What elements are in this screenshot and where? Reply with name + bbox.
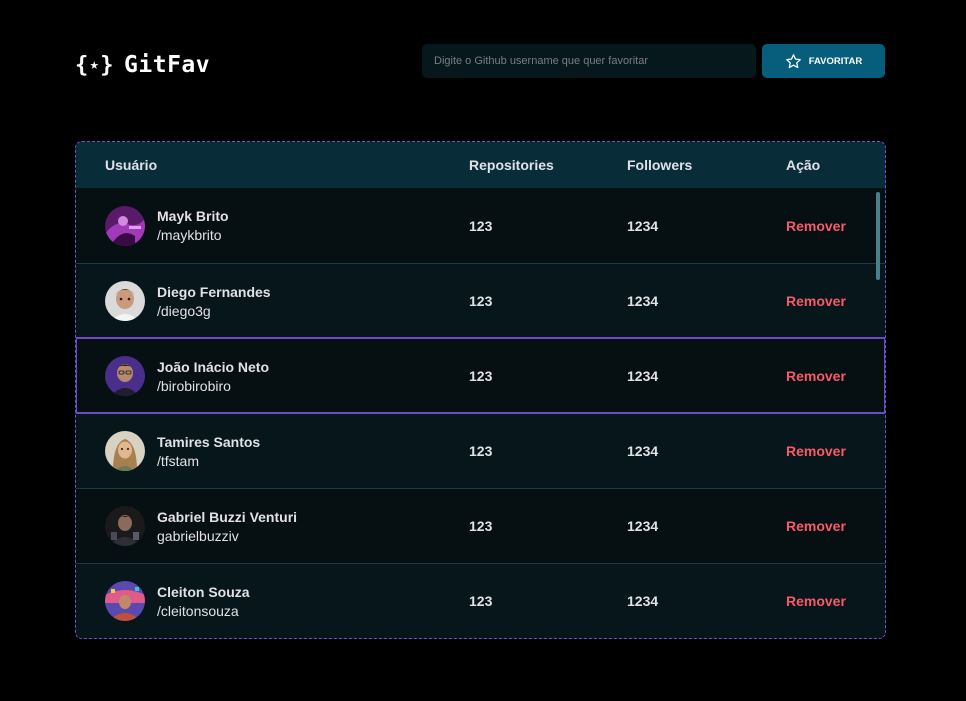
table-row: Mayk Brito /maykbrito 123 1234 Remover [76, 188, 885, 263]
user-login[interactable]: /cleitonsouza [157, 603, 250, 619]
table-row-selected: João Inácio Neto /birobirobiro 123 1234 … [76, 337, 885, 414]
favorite-button-label: FAVORITAR [808, 55, 863, 67]
avatar [105, 281, 145, 321]
table-row: Gabriel Buzzi Venturi gabrielbuzziv 123 … [76, 488, 885, 563]
logo-brace-close: } [100, 52, 115, 78]
page: { ★ } GitFav FAVORITAR Usuário Repositor… [0, 0, 966, 701]
user-name: Cleiton Souza [157, 583, 250, 600]
followers-count: 1234 [627, 443, 659, 459]
followers-count: 1234 [627, 593, 659, 609]
favorite-button[interactable]: FAVORITAR [762, 44, 885, 78]
user-cell[interactable]: Tamires Santos /tfstam [105, 431, 260, 471]
repositories-count: 123 [469, 443, 493, 459]
user-login[interactable]: /maykbrito [157, 227, 229, 243]
followers-count: 1234 [627, 217, 659, 234]
repositories-count: 123 [469, 217, 493, 234]
user-cell[interactable]: Mayk Brito /maykbrito [105, 205, 229, 246]
table-row: Diego Fernandes /diego3g 123 1234 Remove… [76, 263, 885, 338]
repositories-count: 123 [469, 293, 493, 309]
user-cell[interactable]: Diego Fernandes /diego3g [105, 281, 271, 321]
favorites-table: Usuário Repositories Followers Ação Mayk… [75, 141, 886, 639]
avatar [105, 431, 145, 471]
search-input[interactable] [422, 44, 756, 78]
user-cell[interactable]: Gabriel Buzzi Venturi gabrielbuzziv [105, 506, 297, 546]
followers-count: 1234 [627, 518, 659, 534]
avatar [105, 581, 145, 621]
logo-brace-open: { [75, 52, 89, 78]
remove-button[interactable]: Remover [786, 293, 846, 309]
avatar [105, 356, 145, 396]
remove-button[interactable]: Remover [786, 518, 846, 534]
avatar [105, 205, 145, 246]
app-logo: { ★ } GitFav [75, 52, 210, 78]
user-login[interactable]: gabrielbuzziv [157, 528, 297, 544]
table-header: Usuário Repositories Followers Ação [76, 142, 885, 188]
avatar [105, 506, 145, 546]
remove-button[interactable]: Remover [786, 593, 846, 609]
remove-button[interactable]: Remover [786, 443, 846, 459]
user-name: Gabriel Buzzi Venturi [157, 508, 298, 525]
table-row: Cleiton Souza /cleitonsouza 123 1234 Rem… [76, 563, 885, 638]
repositories-count: 123 [469, 593, 493, 609]
user-name: Mayk Brito [157, 208, 229, 224]
remove-button[interactable]: Remover [786, 218, 846, 234]
user-name: João Inácio Neto [157, 358, 270, 375]
repositories-count: 123 [469, 368, 493, 384]
header-repositories: Repositories [469, 157, 554, 173]
table-row: Tamires Santos /tfstam 123 1234 Remover [76, 413, 885, 488]
user-name: Tamires Santos [157, 433, 261, 450]
user-login[interactable]: /diego3g [157, 303, 271, 319]
user-name: Diego Fernandes [157, 283, 271, 300]
table-scrollbar[interactable] [876, 192, 880, 280]
star-outline-icon [785, 53, 802, 70]
logo-star-icon: ★ [89, 55, 100, 73]
user-cell[interactable]: Cleiton Souza /cleitonsouza [105, 581, 250, 621]
followers-count: 1234 [627, 293, 659, 309]
app-title: GitFav [124, 52, 211, 78]
followers-count: 1234 [627, 368, 659, 384]
user-login[interactable]: /tfstam [157, 453, 260, 469]
header-user: Usuário [105, 157, 158, 173]
remove-button[interactable]: Remover [786, 368, 846, 384]
header-followers: Followers [627, 157, 693, 173]
user-cell[interactable]: João Inácio Neto /birobirobiro [105, 356, 269, 396]
header-action: Ação [786, 157, 821, 173]
table-body: Mayk Brito /maykbrito 123 1234 Remover D… [76, 188, 885, 638]
repositories-count: 123 [469, 518, 493, 534]
user-login[interactable]: /birobirobiro [157, 378, 269, 394]
